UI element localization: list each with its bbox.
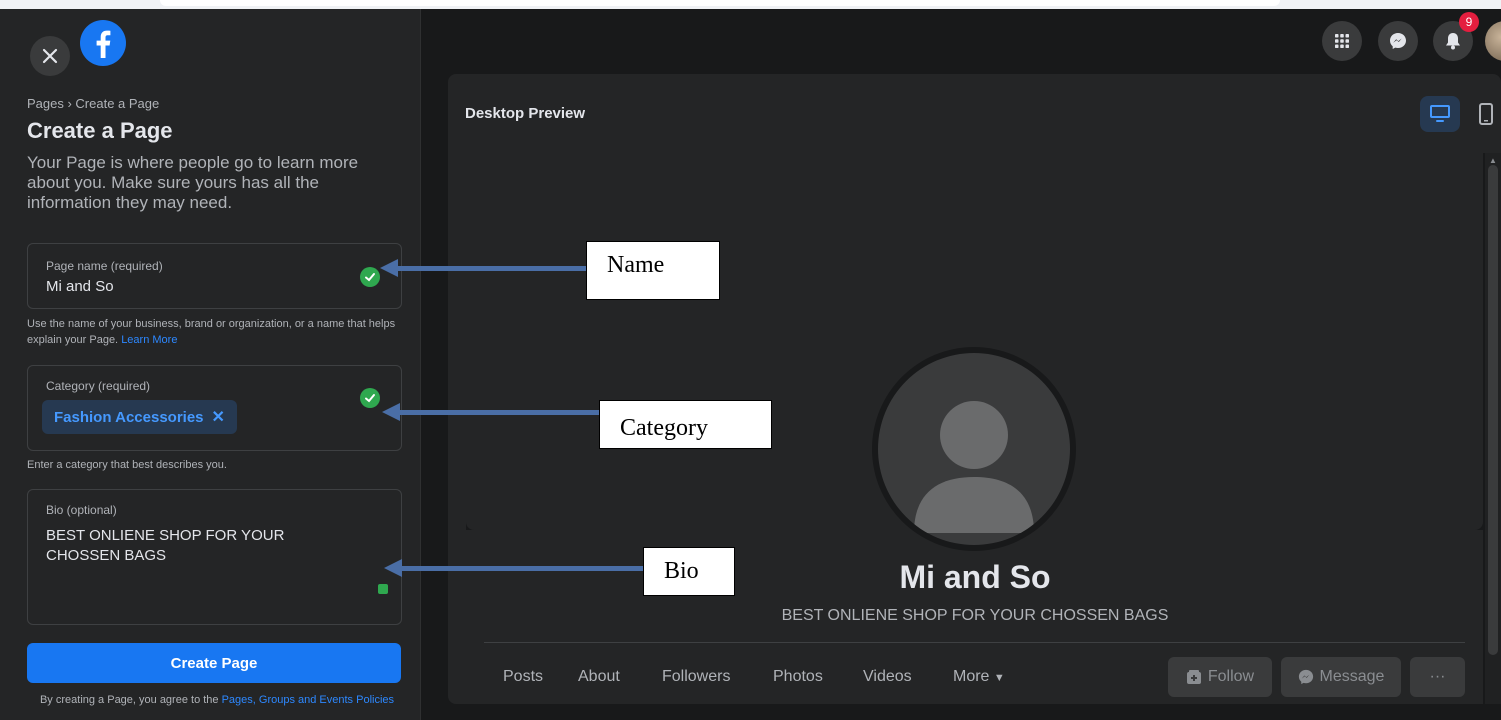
- mobile-icon: [1479, 103, 1493, 125]
- annotation-label-name: Name: [586, 241, 720, 300]
- default-avatar-icon: [878, 353, 1070, 545]
- page-name-field[interactable]: Page name (required) Mi and So: [27, 243, 402, 309]
- preview-scroll-thumb[interactable]: [1488, 165, 1498, 655]
- message-label: Message: [1319, 668, 1385, 685]
- create-page-button[interactable]: Create Page: [27, 643, 401, 683]
- page-title: Create a Page: [27, 118, 173, 143]
- facebook-logo-icon[interactable]: [80, 20, 126, 66]
- desktop-icon: [1430, 105, 1450, 122]
- preview-page-bio: BEST ONLIENE SHOP FOR YOUR CHOSSEN BAGS: [781, 607, 1169, 624]
- valid-indicator: [378, 584, 388, 594]
- learn-more-link[interactable]: Learn More: [121, 334, 177, 346]
- category-chip[interactable]: Fashion Accessories ✕: [42, 400, 237, 434]
- follow-label: Follow: [1207, 668, 1255, 685]
- preview-tab-videos[interactable]: Videos: [863, 668, 912, 686]
- page-name-label: Page name (required): [46, 259, 163, 273]
- menu-button[interactable]: [1322, 21, 1362, 61]
- messenger-small-icon: [1298, 669, 1313, 685]
- category-help: Enter a category that best describes you…: [27, 459, 227, 471]
- follow-button[interactable]: Follow: [1168, 657, 1272, 697]
- category-chip-label: Fashion Accessories: [54, 408, 204, 426]
- page-description: Your Page is where people go to learn mo…: [27, 153, 359, 212]
- preview-tab-more[interactable]: More ▼: [953, 668, 1005, 686]
- notification-badge: 9: [1459, 12, 1479, 32]
- messenger-button[interactable]: [1378, 21, 1418, 61]
- arrowhead-icon: [382, 403, 400, 421]
- close-icon: [42, 48, 58, 64]
- page-name-input[interactable]: Mi and So: [46, 278, 114, 295]
- follow-icon: [1186, 670, 1201, 684]
- caret-down-icon: ▼: [993, 672, 1005, 684]
- bio-textarea[interactable]: BEST ONLIENE SHOP FOR YOUR CHOSSEN BAGS: [46, 526, 326, 566]
- annotation-label-category: Category: [599, 400, 772, 449]
- message-button[interactable]: Message: [1281, 657, 1401, 697]
- more-options-button[interactable]: ···: [1410, 657, 1465, 697]
- arrowhead-icon: [380, 259, 398, 277]
- preview-tab-photos[interactable]: Photos: [773, 668, 823, 686]
- preview-tab-followers[interactable]: Followers: [662, 668, 730, 686]
- terms-prefix: By creating a Page, you agree to the: [39, 694, 219, 706]
- annotation-arrow-bio: [399, 566, 644, 571]
- avatar[interactable]: [1485, 21, 1501, 61]
- category-label: Category (required): [46, 379, 151, 393]
- annotation-arrow-category: [397, 410, 600, 415]
- arrowhead-icon: [384, 559, 402, 577]
- preview-tab-more-label: More: [953, 668, 990, 685]
- breadcrumb: Pages › Create a Page: [27, 96, 160, 111]
- page-name-help: Use the name of your business, brand or …: [27, 316, 400, 348]
- terms-text: By creating a Page, you agree to the Pag…: [27, 692, 407, 708]
- preview-page-name: Mi and So: [899, 559, 1051, 595]
- preview-divider: [484, 642, 1465, 643]
- preview-tab-posts[interactable]: Posts: [503, 668, 543, 686]
- category-field[interactable]: Category (required) Fashion Accessories …: [27, 365, 402, 451]
- preview-title: Desktop Preview: [465, 105, 586, 122]
- close-button[interactable]: [30, 36, 70, 76]
- annotation-label-bio: Bio: [643, 547, 735, 596]
- browser-top-strip: [0, 0, 1501, 9]
- bio-label: Bio (optional): [46, 503, 117, 517]
- bio-field[interactable]: Bio (optional) BEST ONLIENE SHOP FOR YOU…: [27, 489, 402, 625]
- page-name-help-text: Use the name of your business, brand or …: [27, 318, 396, 346]
- scroll-up-arrow-icon[interactable]: ▲: [1489, 156, 1497, 165]
- messenger-icon: [1390, 33, 1406, 49]
- policies-link[interactable]: Pages, Groups and Events Policies: [222, 694, 394, 706]
- preview-tab-about[interactable]: About: [578, 668, 620, 686]
- apps-grid-icon: [1335, 34, 1349, 48]
- check-icon: [360, 267, 380, 287]
- desktop-preview-toggle[interactable]: [1420, 96, 1460, 132]
- annotation-arrow-name: [395, 266, 587, 271]
- remove-chip-icon[interactable]: ✕: [212, 407, 225, 427]
- check-icon: [360, 388, 380, 408]
- mobile-preview-toggle[interactable]: [1472, 96, 1500, 132]
- bell-icon: [1446, 33, 1460, 50]
